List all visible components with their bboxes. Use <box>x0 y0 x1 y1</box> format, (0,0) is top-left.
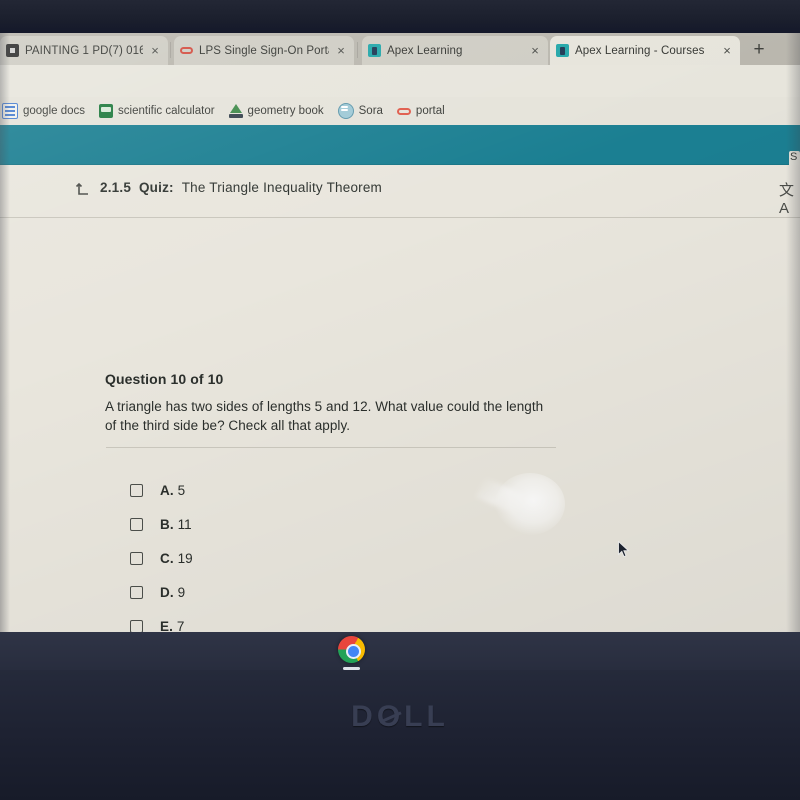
choice-letter: B. <box>160 516 174 532</box>
back-arrow-icon[interactable] <box>74 181 92 199</box>
translate-icon[interactable]: 文A <box>779 179 800 217</box>
browser-tab-apex-courses[interactable]: Apex Learning - Courses × <box>550 36 740 65</box>
tab-divider <box>170 42 171 58</box>
bookmarks-bar: google docs scientific calculator geomet… <box>0 97 800 125</box>
checkbox[interactable] <box>130 585 143 599</box>
bookmark-label: scientific calculator <box>118 105 215 117</box>
sora-icon <box>337 103 354 119</box>
question-divider <box>106 447 556 448</box>
answer-choice-d[interactable]: D. 9 <box>130 575 193 609</box>
apex-favicon-icon <box>556 44 569 57</box>
answer-choice-b[interactable]: B. 11 <box>130 507 193 541</box>
checkbox[interactable] <box>130 483 143 497</box>
calculator-icon <box>99 104 114 118</box>
question-counter: Question 10 of 10 <box>105 371 224 387</box>
choice-value: 9 <box>177 584 186 600</box>
answer-choice-e[interactable]: E. 7 <box>130 609 193 632</box>
tab-close-icon[interactable]: × <box>148 44 162 57</box>
paint-favicon-icon <box>6 44 19 57</box>
choice-value: 7 <box>176 618 185 633</box>
bookmark-label: portal <box>415 105 445 117</box>
bookmark-sora[interactable]: Sora <box>337 103 383 119</box>
chrome-active-indicator <box>343 667 360 670</box>
tab-label: LPS Single Sign-On Portal <box>199 44 329 57</box>
bookmark-geometry-book[interactable]: geometry book <box>228 104 324 118</box>
activity-type: Quiz: <box>138 180 174 195</box>
taskbar <box>0 632 800 670</box>
choice-letter: A. <box>160 482 174 498</box>
choice-letter: E. <box>160 618 173 633</box>
browser-window: PAINTING 1 PD(7) 0164-0003 × LPS Single … <box>0 33 800 632</box>
lesson-title: The Triangle Inequality Theorem <box>181 180 382 195</box>
bookmark-label: Sora <box>358 105 383 117</box>
browser-tab-apex-learning[interactable]: Apex Learning × <box>362 36 548 65</box>
page-title: 2.1.5 Quiz: The Triangle Inequality Theo… <box>100 180 382 195</box>
choice-value: 19 <box>177 550 193 566</box>
choice-value: 5 <box>177 482 186 498</box>
answer-choice-c[interactable]: C. 19 <box>130 541 193 575</box>
laptop-top-bezel <box>0 0 800 33</box>
bookmark-label: geometry book <box>247 105 324 117</box>
answer-choice-list: A. 5 B. 11 C. 19 D. 9 E. 7 <box>130 473 193 632</box>
answer-choice-label: B. 11 <box>160 517 192 532</box>
apex-favicon-icon <box>368 44 381 57</box>
checkbox[interactable] <box>130 619 143 632</box>
answer-choice-label: E. 7 <box>160 619 184 633</box>
bookmark-label: google docs <box>23 105 86 117</box>
answer-choice-label: D. 9 <box>160 585 185 600</box>
lps-favicon-icon <box>180 44 193 57</box>
bookmark-scientific-calculator[interactable]: scientific calculator <box>99 104 215 118</box>
app-header-bar <box>0 125 800 165</box>
checkbox[interactable] <box>130 551 143 565</box>
choice-letter: D. <box>160 584 174 600</box>
checkbox[interactable] <box>130 517 143 531</box>
portal-icon <box>396 104 411 118</box>
choice-letter: C. <box>160 550 174 566</box>
geometry-book-icon <box>228 104 243 118</box>
new-tab-button[interactable]: + <box>748 39 770 61</box>
browser-tab-painting[interactable]: PAINTING 1 PD(7) 0164-0003 × <box>0 36 168 65</box>
chrome-icon[interactable] <box>338 636 365 663</box>
tab-divider <box>357 42 358 58</box>
dell-brand-logo: DOLL <box>351 700 449 733</box>
answer-choice-label: C. 19 <box>160 551 193 566</box>
answer-choice-label: A. 5 <box>160 483 185 498</box>
bookmark-portal[interactable]: portal <box>396 104 445 118</box>
tab-close-icon[interactable]: × <box>720 44 734 57</box>
tab-strip: PAINTING 1 PD(7) 0164-0003 × LPS Single … <box>0 33 800 65</box>
bookmark-google-docs[interactable]: google docs <box>2 103 85 119</box>
tab-close-icon[interactable]: × <box>528 44 542 57</box>
google-docs-icon <box>2 103 18 119</box>
browser-tab-lps-portal[interactable]: LPS Single Sign-On Portal × <box>174 36 354 65</box>
lesson-number: 2.1.5 <box>100 180 132 195</box>
tab-close-icon[interactable]: × <box>334 44 348 57</box>
quiz-page: 2.1.5 Quiz: The Triangle Inequality Theo… <box>0 165 800 632</box>
tab-label: Apex Learning - Courses <box>575 44 705 57</box>
photographed-laptop-screen: PAINTING 1 PD(7) 0164-0003 × LPS Single … <box>0 0 800 800</box>
answer-choice-a[interactable]: A. 5 <box>130 473 193 507</box>
choice-value: 11 <box>177 516 192 532</box>
tab-label: Apex Learning <box>387 44 463 57</box>
tab-label: PAINTING 1 PD(7) 0164-0003 <box>25 44 143 57</box>
question-prompt: A triangle has two sides of lengths 5 an… <box>105 399 544 433</box>
omnibox-row: earning.com/public/activity/2001005/asse… <box>0 65 800 124</box>
